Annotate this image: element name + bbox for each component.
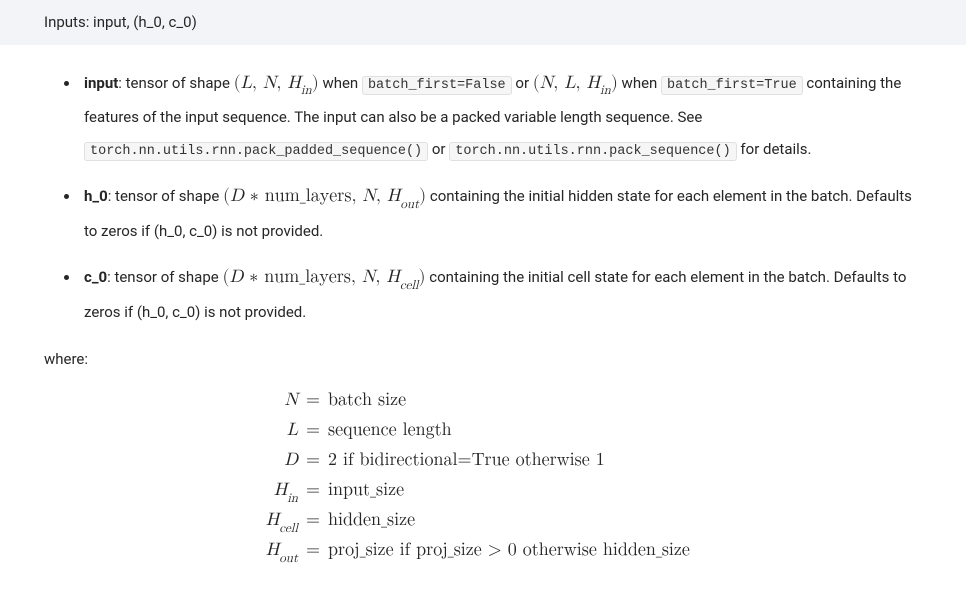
- param-c0: c_0: tensor of shape (D ∗ num_layers, N,…: [80, 259, 922, 328]
- equals-sign: =: [304, 533, 322, 567]
- code-batch-first-true: batch_first=True: [661, 76, 803, 95]
- param-input-shape2: (N, L, Hin): [533, 74, 618, 92]
- param-input-mid2: when: [618, 74, 661, 92]
- code-batch-first-false: batch_first=False: [362, 76, 512, 95]
- parameter-list: input: tensor of shape (L, N, Hin) when …: [80, 65, 922, 329]
- param-input-shape1: (L, N, Hin): [234, 74, 319, 92]
- param-input-mid1: when: [319, 74, 362, 92]
- param-h0-name: h_0: [84, 187, 108, 205]
- def-Hout-rhs: proj_size if proj_size > 0 otherwise hid…: [322, 533, 690, 567]
- param-h0-pre: : tensor of shape: [108, 187, 223, 205]
- param-input-between: or: [512, 74, 533, 92]
- param-c0-pre: : tensor of shape: [107, 268, 222, 286]
- param-h0-shape: (D ∗ num_layers, N, Hout): [223, 187, 426, 205]
- inputs-header: Inputs: input, (h_0, c_0): [0, 0, 966, 45]
- param-h0: h_0: tensor of shape (D ∗ num_layers, N,…: [80, 178, 922, 247]
- param-input-tail: for details.: [737, 140, 812, 158]
- param-input-pre: : tensor of shape: [118, 74, 233, 92]
- code-pack-sequence[interactable]: torch.nn.utils.rnn.pack_sequence(): [449, 142, 736, 161]
- def-L: L = sequence length: [44, 413, 922, 443]
- def-N: N = batch size: [44, 383, 922, 413]
- code-pack-padded[interactable]: torch.nn.utils.rnn.pack_padded_sequence(…: [84, 142, 428, 161]
- inputs-header-text: Inputs: input, (h_0, c_0): [44, 13, 197, 31]
- def-D: D = 2 if bidirectional=True otherwise 1: [44, 443, 922, 473]
- param-c0-name: c_0: [84, 268, 107, 286]
- def-Hin: Hin = input_size: [44, 473, 922, 503]
- param-input-name: input: [84, 74, 118, 92]
- def-Hout: Hout = proj_size if proj_size > 0 otherw…: [44, 533, 922, 563]
- def-Hcell: Hcell = hidden_size: [44, 503, 922, 533]
- def-Hout-lhs: Hout: [44, 533, 304, 569]
- param-input-or: or: [428, 140, 449, 158]
- content-area: input: tensor of shape (L, N, Hin) when …: [0, 45, 966, 580]
- definitions-block: N = batch size L = sequence length D = 2…: [44, 383, 922, 563]
- param-input: input: tensor of shape (L, N, Hin) when …: [80, 65, 922, 167]
- where-label: where:: [44, 345, 922, 374]
- param-c0-shape: (D ∗ num_layers, N, Hcell): [222, 268, 425, 286]
